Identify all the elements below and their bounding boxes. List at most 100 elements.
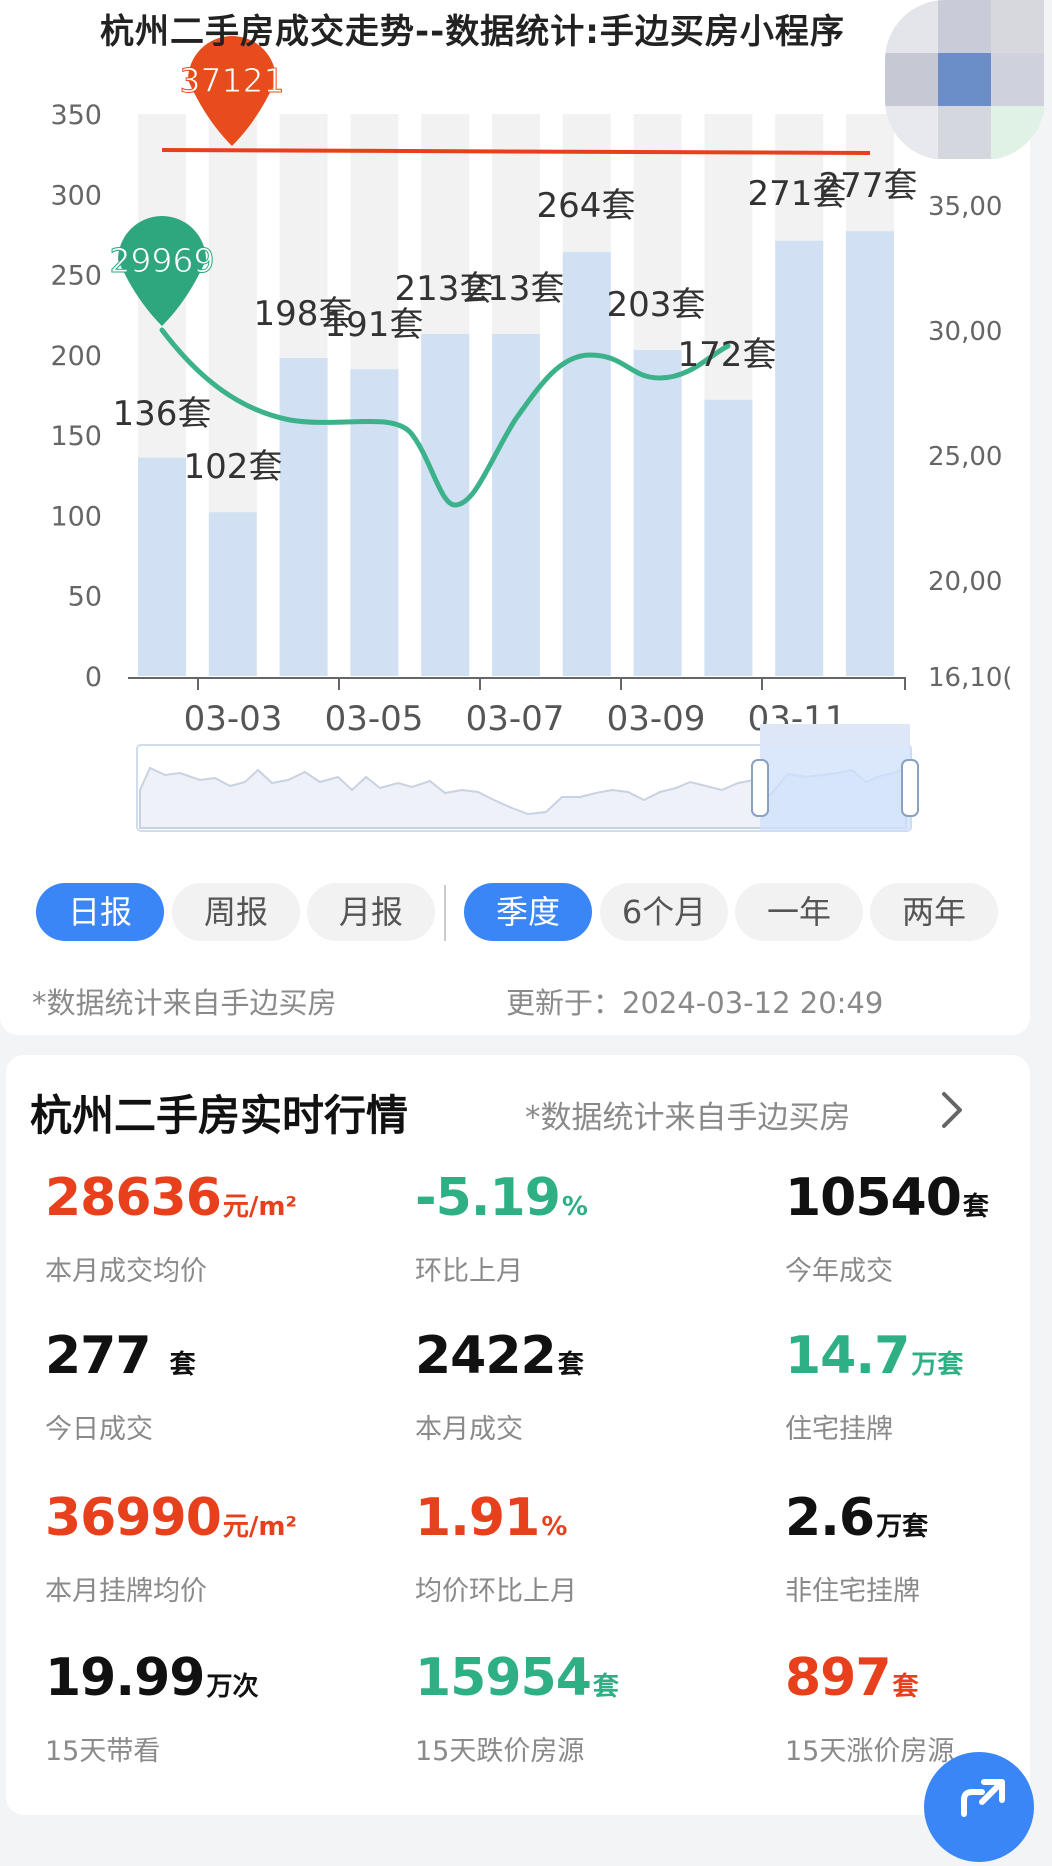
bar: [704, 399, 753, 676]
x-tick-label: 03-05: [325, 699, 424, 739]
tab-two-years[interactable]: 两年: [870, 883, 998, 941]
stat-label: 本月成交均价: [45, 1256, 207, 1287]
stat-label: 本月成交: [415, 1414, 523, 1445]
share-button[interactable]: [924, 1752, 1034, 1862]
bar: [846, 231, 894, 676]
stat-label: 本月挂牌均价: [45, 1576, 207, 1607]
stat-unit: 万套: [876, 1512, 929, 1542]
chevron-right-icon[interactable]: [930, 1088, 974, 1132]
tab-six-months[interactable]: 6个月: [600, 883, 728, 941]
listing-price-line: [161, 148, 871, 155]
right-tick-label: 20,00: [928, 567, 1002, 597]
stat-number: 19.99: [45, 1648, 205, 1708]
stat-value: 10540套: [785, 1168, 1052, 1237]
stat-unit: 套: [169, 1350, 196, 1380]
right-tick-label: 16,10(: [928, 663, 1013, 693]
right-tick-label: 25,00: [928, 442, 1002, 472]
data-source-note: *数据统计来自手边买房: [32, 986, 337, 1020]
stat-value: 277 套: [45, 1326, 375, 1395]
stat-number: 897: [785, 1648, 892, 1708]
stat-item: 2.6万套非住宅挂牌: [785, 1488, 1052, 1608]
stat-unit: 套: [892, 1672, 919, 1702]
stat-unit: 万次: [206, 1672, 259, 1702]
tab-weekly[interactable]: 周报: [172, 883, 300, 941]
bar-value-label: 102套: [184, 447, 283, 487]
stat-number: 36990: [45, 1488, 222, 1548]
max-pin-label: 37121: [180, 61, 285, 100]
min-pin-label: 29969: [110, 241, 215, 280]
stat-value: 897套: [785, 1648, 1052, 1717]
y-tick-label: 250: [50, 261, 102, 292]
y-tick-label: 100: [50, 501, 102, 532]
stat-value: 1.91%: [415, 1488, 745, 1557]
tab-one-year[interactable]: 一年: [735, 883, 863, 941]
stat-item: 28636元/m² 本月成交均价: [45, 1168, 375, 1288]
stat-label: 15天跌价房源: [415, 1736, 585, 1767]
data-zoom-slider[interactable]: [136, 724, 919, 832]
updated-time: 更新于：2024-03-12 20:49: [506, 986, 884, 1020]
stat-value: 14.7万套: [785, 1326, 1052, 1395]
blurred-avatar: [885, 0, 1045, 160]
zoom-selection[interactable]: [760, 745, 910, 831]
x-tick-label: 03-03: [184, 699, 283, 739]
bar: [492, 333, 540, 676]
stat-number: 28636: [45, 1168, 222, 1228]
bar: [633, 350, 682, 676]
stat-item: 19.99万次 15天带看: [45, 1648, 375, 1768]
bar-value-label: 203套: [607, 285, 706, 325]
tab-monthly[interactable]: 月报: [307, 883, 435, 941]
stat-item: 10540套 今年成交: [785, 1168, 1052, 1288]
stat-item: 15954套 15天跌价房源: [415, 1648, 745, 1768]
market-title: 杭州二手房实时行情: [30, 1091, 409, 1140]
stat-label: 非住宅挂牌: [785, 1576, 920, 1607]
stat-value: 19.99万次: [45, 1648, 375, 1717]
stat-label: 住宅挂牌: [785, 1414, 893, 1445]
market-subtitle: *数据统计来自手边买房: [525, 1100, 851, 1136]
bar-value-label: 172套: [678, 335, 777, 375]
bar: [138, 457, 186, 676]
y-tick-label: 150: [50, 421, 102, 452]
stat-number: 1.91: [415, 1488, 540, 1548]
right-tick-label: 30,00: [928, 317, 1002, 347]
zoom-selection-handle-bar[interactable]: [760, 724, 910, 746]
stat-number: 2422: [415, 1326, 557, 1386]
zoom-handle-left[interactable]: [751, 759, 769, 817]
stat-unit: 套: [962, 1192, 989, 1222]
stat-label: 环比上月: [415, 1256, 523, 1287]
right-tick-label: 35,00: [928, 192, 1002, 222]
stat-unit: %: [561, 1192, 588, 1222]
stat-unit: 万套: [911, 1350, 964, 1380]
tab-daily[interactable]: 日报: [36, 883, 164, 941]
y-tick-label: 0: [85, 662, 102, 693]
stat-item: 14.7万套住宅挂牌: [785, 1326, 1052, 1446]
stat-number: 10540: [785, 1168, 962, 1228]
stat-number: -5.19: [415, 1168, 561, 1228]
zoom-handle-right[interactable]: [901, 759, 919, 817]
stat-item: 36990元/m² 本月挂牌均价: [45, 1488, 375, 1608]
min-pin: 29969: [109, 216, 215, 326]
bar-value-label: 277套: [819, 166, 918, 206]
stat-number: 14.7: [785, 1326, 910, 1386]
stat-value: -5.19%: [415, 1168, 745, 1237]
chart-title: 杭州二手房成交走势--数据统计:手边买房小程序: [100, 12, 845, 52]
bar-value-label: 136套: [113, 394, 212, 434]
stat-unit: 元/m²: [222, 1512, 297, 1542]
y-tick-label: 50: [68, 582, 102, 613]
stat-number: 2.6: [785, 1488, 875, 1548]
bar: [350, 369, 399, 676]
tab-quarter[interactable]: 季度: [464, 883, 592, 941]
stat-value: 28636元/m²: [45, 1168, 375, 1237]
stat-unit: %: [541, 1512, 568, 1542]
x-tick-label: 03-09: [607, 699, 706, 739]
bar-value-label: 191套: [325, 305, 424, 345]
bar: [775, 240, 824, 676]
tab-divider: [444, 885, 446, 941]
y-tick-label: 300: [50, 180, 102, 211]
stat-unit: 套: [592, 1672, 619, 1702]
y-tick-label: 200: [50, 341, 102, 372]
stat-value: 15954套: [415, 1648, 745, 1717]
stat-value: 2422套: [415, 1326, 745, 1395]
y-tick-label: 350: [50, 100, 102, 131]
stat-label: 今日成交: [45, 1414, 153, 1445]
stat-item: 277 套今日成交: [45, 1326, 375, 1446]
